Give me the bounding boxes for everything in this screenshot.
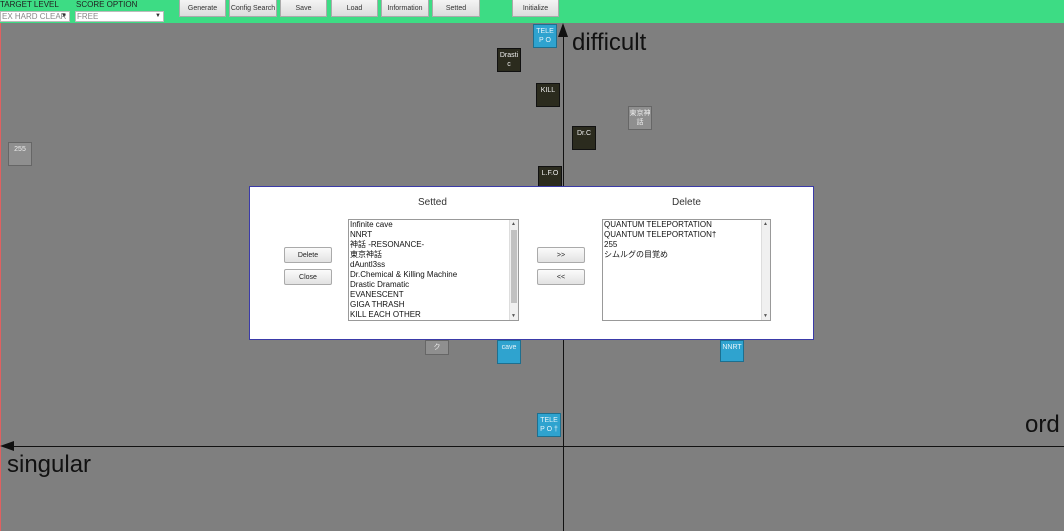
list-item[interactable]: KILL EACH OTHER (349, 310, 518, 320)
song-tile[interactable]: ク (425, 340, 449, 355)
song-tile[interactable]: 東京神 話 (628, 106, 652, 130)
axis-label-left: singular (7, 451, 92, 478)
list-item[interactable]: dAuntl3ss (349, 260, 518, 270)
score-option-value: FREE (77, 12, 99, 21)
chevron-down-icon: ▼ (61, 13, 67, 19)
save-button[interactable]: Save (280, 0, 327, 17)
list-item[interactable]: QUANTUM TELEPORTATION (603, 220, 770, 230)
list-item[interactable]: EVANESCENT (349, 290, 518, 300)
setted-title: Setted (418, 197, 447, 208)
list-item[interactable]: 255 (603, 240, 770, 250)
song-tile[interactable]: cave (497, 340, 521, 364)
list-item[interactable]: 神話 -RESONANCE- (349, 240, 518, 250)
chevron-down-icon: ▼ (155, 13, 161, 19)
list-item[interactable]: NNRT (349, 230, 518, 240)
song-tile[interactable]: Drasti c (497, 48, 521, 72)
song-tile[interactable]: NNRT (720, 340, 744, 362)
move-right-button[interactable]: >> (537, 247, 585, 263)
scrollbar-thumb[interactable] (511, 230, 517, 303)
canvas-left-border (0, 23, 1, 531)
list-item[interactable]: GIGA THRASH (349, 300, 518, 310)
song-tile[interactable]: 255 (8, 142, 32, 166)
scrollbar[interactable]: ▲ ▼ (761, 220, 770, 320)
scroll-down-icon[interactable]: ▼ (763, 313, 768, 319)
list-item[interactable]: シムルグの目覚め (603, 250, 770, 260)
score-option-label: SCORE OPTION (76, 0, 138, 9)
axis-label-top: difficult (572, 29, 647, 56)
score-option-select[interactable]: FREE ▼ (75, 11, 164, 22)
list-item[interactable]: QUANTUM TELEPORTATION† (603, 230, 770, 240)
delete-button[interactable]: Delete (284, 247, 332, 263)
information-button[interactable]: Information (381, 0, 429, 17)
setted-listbox[interactable]: Infinite cave NNRT 神話 -RESONANCE- 東京神話 d… (348, 219, 519, 321)
scrollbar[interactable]: ▲ ▼ (509, 220, 518, 320)
target-level-label: TARGET LEVEL (0, 0, 59, 9)
song-tile[interactable]: TELEP O † (537, 413, 561, 437)
delete-listbox[interactable]: QUANTUM TELEPORTATION QUANTUM TELEPORTAT… (602, 219, 771, 321)
axis-label-right: ord (1025, 411, 1060, 438)
list-item[interactable]: Dr.Chemical & Killing Machine (349, 270, 518, 280)
song-tile[interactable]: Dr.C (572, 126, 596, 150)
load-button[interactable]: Load (331, 0, 378, 17)
top-toolbar: TARGET LEVEL SCORE OPTION EX HARD CLEAR … (0, 0, 1064, 23)
scroll-up-icon[interactable]: ▲ (763, 221, 768, 227)
initialize-button[interactable]: Initialize (512, 0, 559, 17)
scroll-down-icon[interactable]: ▼ (511, 313, 516, 319)
setted-button[interactable]: Setted (432, 0, 480, 17)
move-left-button[interactable]: << (537, 269, 585, 285)
target-level-value: EX HARD CLEAR (2, 12, 67, 21)
generate-button[interactable]: Generate (179, 0, 226, 17)
horizontal-axis (8, 446, 1064, 447)
list-item[interactable]: Drastic Dramatic (349, 280, 518, 290)
setted-dialog: Setted Delete Delete Close Infinite cave… (249, 186, 814, 340)
arrow-left-icon (0, 441, 14, 451)
song-tile[interactable]: KILL (536, 83, 560, 107)
target-level-select[interactable]: EX HARD CLEAR ▼ (0, 11, 70, 22)
delete-title: Delete (672, 197, 701, 208)
scroll-up-icon[interactable]: ▲ (511, 221, 516, 227)
arrow-up-icon (558, 23, 568, 37)
song-tile[interactable]: TELEP O (533, 24, 557, 48)
config-search-button[interactable]: Config Search (229, 0, 277, 17)
list-item[interactable]: 東京神話 (349, 250, 518, 260)
close-button[interactable]: Close (284, 269, 332, 285)
list-item[interactable]: Infinite cave (349, 220, 518, 230)
